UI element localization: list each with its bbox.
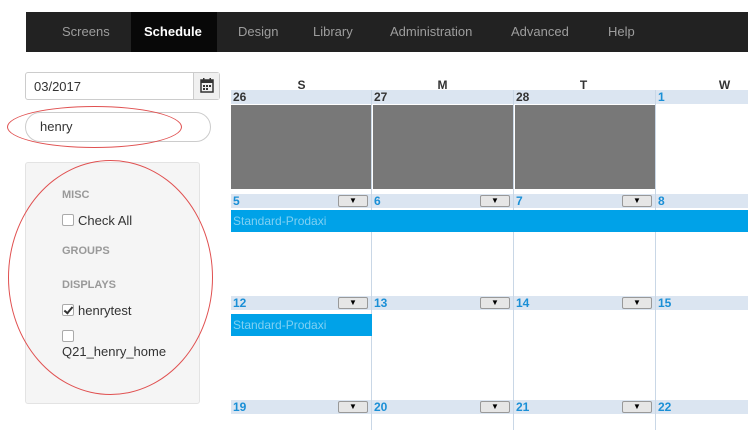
day-number: 8 xyxy=(658,194,665,208)
check-all-option[interactable]: Check All xyxy=(62,213,132,228)
column-divider xyxy=(371,90,372,430)
day-number: 27 xyxy=(374,90,388,104)
day-number: 26 xyxy=(233,90,247,104)
day-number: 12 xyxy=(233,296,247,310)
displays-header: DISPLAYS xyxy=(62,279,117,291)
schedule-event[interactable]: Standard-Prodaxi xyxy=(231,210,748,232)
top-nav-bar: Screens Schedule Design Library Administ… xyxy=(26,12,748,52)
display-checkbox-henrytest[interactable] xyxy=(62,304,74,316)
tab-schedule[interactable]: Schedule xyxy=(131,12,217,52)
month-picker-value: 03/2017 xyxy=(34,79,81,94)
day-header[interactable]: 22 xyxy=(656,400,748,414)
display-checkbox-q21-henry-home[interactable] xyxy=(62,330,74,342)
disabled-day-cell xyxy=(231,105,371,189)
day-number: 20 xyxy=(374,400,388,414)
day-dropdown-button[interactable]: ▼ xyxy=(480,297,510,309)
search-input[interactable]: henry xyxy=(25,112,211,142)
day-number: 15 xyxy=(658,296,672,310)
misc-header: MISC xyxy=(62,189,90,201)
day-number: 1 xyxy=(658,90,665,104)
day-number: 6 xyxy=(374,194,381,208)
day-header[interactable]: 20 ▼ xyxy=(372,400,513,414)
day-number: 21 xyxy=(516,400,530,414)
check-all-checkbox[interactable] xyxy=(62,214,74,226)
calendar-button[interactable] xyxy=(193,73,219,99)
day-header[interactable]: 21 ▼ xyxy=(514,400,655,414)
day-header[interactable]: 26 xyxy=(231,90,371,104)
day-number: 5 xyxy=(233,194,240,208)
day-number: 28 xyxy=(516,90,530,104)
month-picker-field[interactable]: 03/2017 xyxy=(25,72,220,100)
day-number: 13 xyxy=(374,296,388,310)
disabled-day-cell xyxy=(373,105,513,189)
groups-header: GROUPS xyxy=(62,245,110,257)
day-header[interactable]: 1 xyxy=(656,90,748,104)
day-header[interactable]: 19 ▼ xyxy=(231,400,371,414)
check-all-label: Check All xyxy=(78,213,133,228)
day-header[interactable]: 15 xyxy=(656,296,748,310)
day-header[interactable]: 7 ▼ xyxy=(514,194,655,208)
display-option-q21-henry-home[interactable]: Q21_henry_home xyxy=(62,329,166,359)
tab-design[interactable]: Design xyxy=(226,12,290,52)
day-header[interactable]: 27 xyxy=(372,90,513,104)
column-divider xyxy=(513,90,514,430)
day-header[interactable]: 13 ▼ xyxy=(372,296,513,310)
day-dropdown-button[interactable]: ▼ xyxy=(622,401,652,413)
day-header[interactable]: 6 ▼ xyxy=(372,194,513,208)
day-number: 19 xyxy=(233,400,247,414)
day-dropdown-button[interactable]: ▼ xyxy=(338,401,368,413)
day-number: 7 xyxy=(516,194,523,208)
display-label: henrytest xyxy=(78,303,132,318)
display-label: Q21_henry_home xyxy=(62,344,167,359)
day-header[interactable]: 8 xyxy=(656,194,748,208)
day-number: 14 xyxy=(516,296,530,310)
day-dropdown-button[interactable]: ▼ xyxy=(338,195,368,207)
month-calendar: S M T W 26 27 28 1 5 ▼ 6 ▼ 7 ▼ 8 Standard-P… xyxy=(231,72,748,430)
tab-advanced[interactable]: Advanced xyxy=(499,12,589,52)
day-header[interactable]: 14 ▼ xyxy=(514,296,655,310)
day-header[interactable]: 28 xyxy=(514,90,655,104)
tab-help[interactable]: Help xyxy=(596,12,646,52)
day-dropdown-button[interactable]: ▼ xyxy=(480,195,510,207)
day-dropdown-button[interactable]: ▼ xyxy=(338,297,368,309)
calendar-icon xyxy=(200,78,214,93)
filter-panel: MISC Check All GROUPS DISPLAYS henrytest… xyxy=(25,162,200,404)
column-divider xyxy=(655,90,656,430)
tab-screens[interactable]: Screens xyxy=(50,12,125,52)
day-header[interactable]: 12 ▼ xyxy=(231,296,371,310)
disabled-day-cell xyxy=(515,105,655,189)
display-option-henrytest[interactable]: henrytest xyxy=(62,303,131,318)
tab-administration[interactable]: Administration xyxy=(378,12,498,52)
tab-library[interactable]: Library xyxy=(301,12,369,52)
day-header[interactable]: 5 ▼ xyxy=(231,194,371,208)
search-input-value: henry xyxy=(40,119,73,134)
day-dropdown-button[interactable]: ▼ xyxy=(480,401,510,413)
day-dropdown-button[interactable]: ▼ xyxy=(622,297,652,309)
day-dropdown-button[interactable]: ▼ xyxy=(622,195,652,207)
schedule-event[interactable]: Standard-Prodaxi xyxy=(231,314,372,336)
day-number: 22 xyxy=(658,400,672,414)
